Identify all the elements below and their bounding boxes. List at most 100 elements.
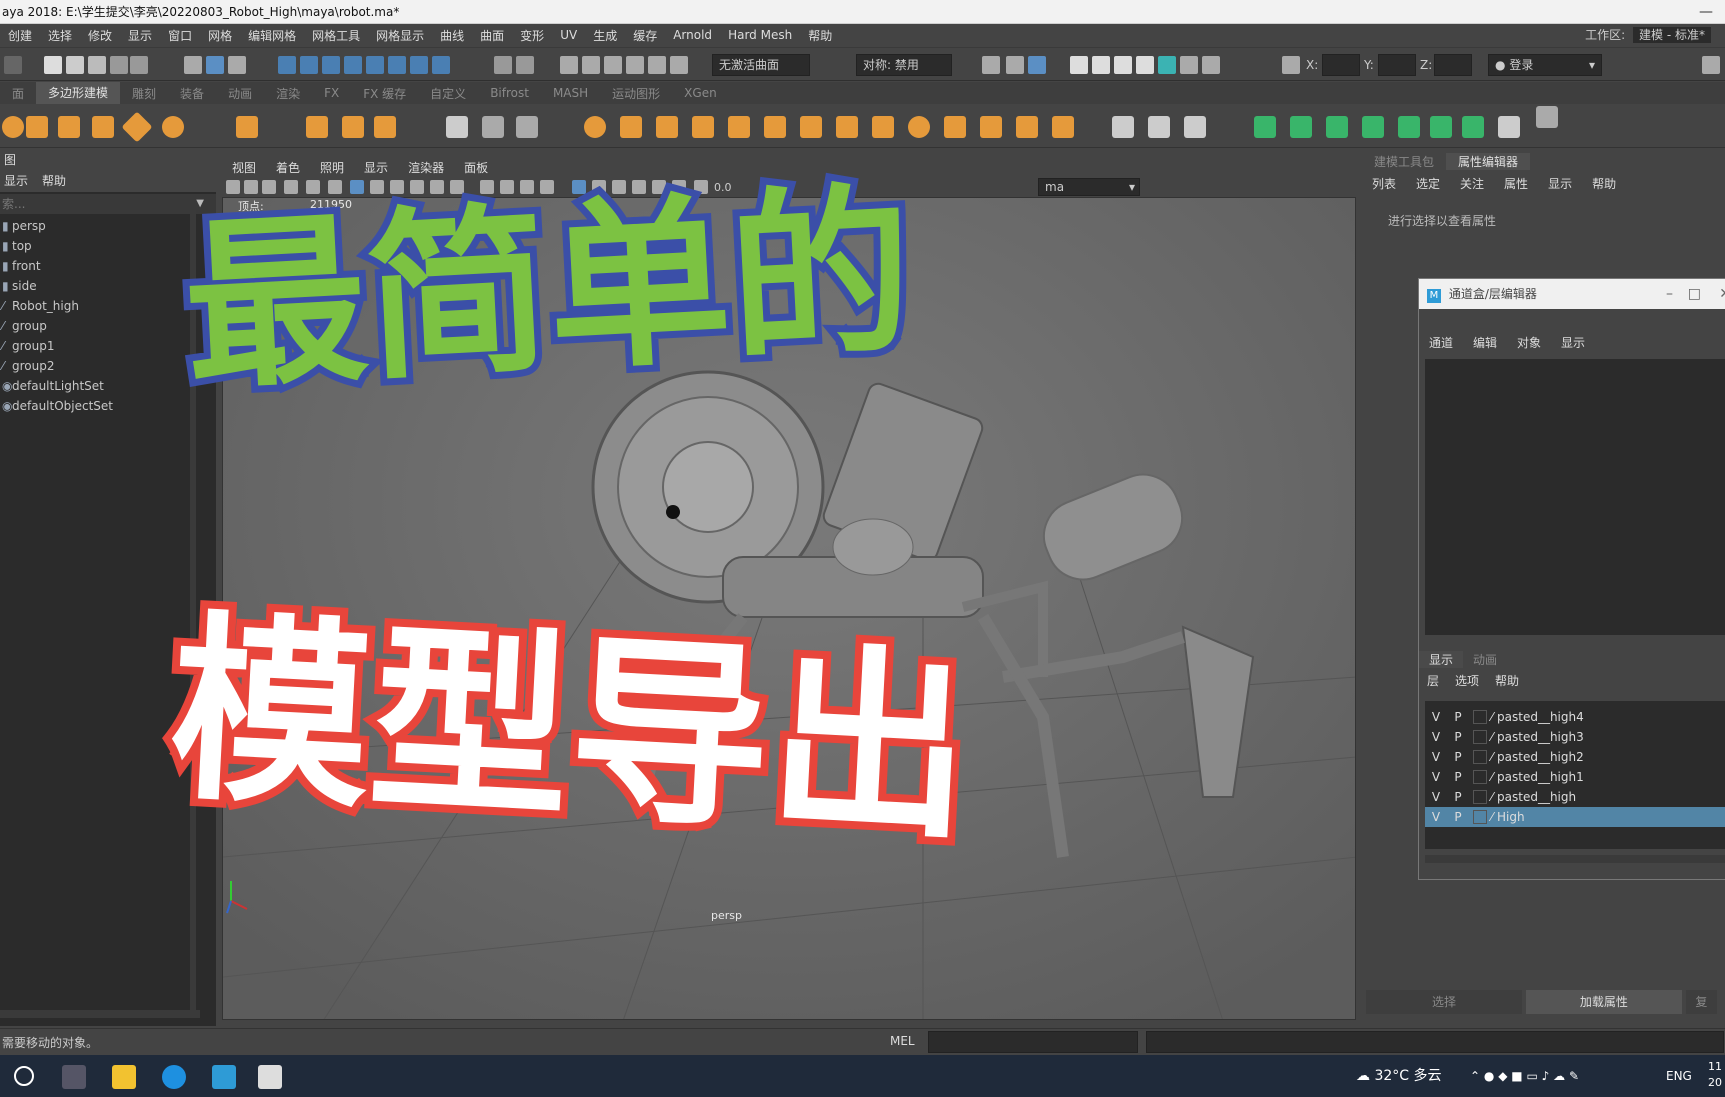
viewport-menu-renderer[interactable]: 渲染器 bbox=[398, 159, 454, 176]
login-button[interactable]: ● 登录 ▾ bbox=[1488, 54, 1602, 76]
poly-cone-icon[interactable] bbox=[92, 116, 114, 138]
menu-help[interactable]: 帮助 bbox=[800, 27, 840, 44]
grid-toggle-icon[interactable] bbox=[306, 180, 320, 194]
bridge-icon[interactable] bbox=[656, 116, 678, 138]
snap-curve-icon[interactable] bbox=[300, 56, 318, 74]
shelf-tab-surface[interactable]: 面 bbox=[0, 85, 36, 102]
construction-icon[interactable] bbox=[604, 56, 622, 74]
poly-plane-icon[interactable] bbox=[121, 111, 153, 143]
layer-horizontal-scrollbar[interactable] bbox=[1425, 855, 1725, 863]
menu-hard-mesh[interactable]: Hard Mesh bbox=[720, 28, 800, 42]
viewport-menu-show[interactable]: 显示 bbox=[354, 159, 398, 176]
outliner-item-default-light-set[interactable]: ◉defaultLightSet bbox=[0, 376, 216, 396]
boolean-icon[interactable] bbox=[692, 116, 714, 138]
uv-auto-icon[interactable] bbox=[1362, 116, 1384, 138]
outliner-menu-display[interactable]: 显示 bbox=[0, 170, 38, 192]
shelf-tab-fx-cache[interactable]: FX 缓存 bbox=[351, 85, 418, 102]
render-view-icon[interactable] bbox=[1092, 56, 1110, 74]
layer-color-swatch[interactable] bbox=[1473, 730, 1487, 744]
shelf-tab-custom[interactable]: 自定义 bbox=[418, 85, 478, 102]
shelf-tab-rigging[interactable]: 装备 bbox=[168, 85, 216, 102]
transform-mode-icon[interactable] bbox=[1282, 56, 1300, 74]
film-gate-icon[interactable] bbox=[328, 180, 342, 194]
magnet-curve-icon[interactable] bbox=[648, 56, 666, 74]
pen-icon[interactable]: ✎ bbox=[1569, 1069, 1579, 1083]
outliner-item-group[interactable]: ⁄ group bbox=[0, 316, 216, 336]
y-field[interactable] bbox=[1378, 54, 1416, 76]
visibility-toggle[interactable]: V bbox=[1425, 727, 1447, 747]
viewport-menu-panels[interactable]: 面板 bbox=[454, 159, 498, 176]
uv-layout-icon[interactable] bbox=[1430, 116, 1452, 138]
x-field[interactable] bbox=[1322, 54, 1360, 76]
snap-extra-icon[interactable] bbox=[410, 56, 428, 74]
layer-row[interactable]: V P ⁄ pasted__high3 bbox=[1425, 727, 1725, 747]
playback-toggle[interactable]: P bbox=[1447, 767, 1469, 787]
channel-box-title-bar[interactable]: M 通道盒/层编辑器 – □ ✕ bbox=[1419, 279, 1725, 309]
save-scene-icon[interactable] bbox=[88, 56, 106, 74]
super-shape-icon[interactable] bbox=[306, 116, 328, 138]
open-scene-icon[interactable] bbox=[66, 56, 84, 74]
visibility-toggle[interactable]: V bbox=[1425, 767, 1447, 787]
viewport-menu-view[interactable]: 视图 bbox=[222, 159, 266, 176]
app-icon[interactable] bbox=[258, 1065, 282, 1089]
ipr-render-icon[interactable] bbox=[1114, 56, 1132, 74]
python-icon[interactable] bbox=[1536, 106, 1558, 128]
shelf-tab-bifrost[interactable]: Bifrost bbox=[478, 86, 541, 100]
task-view-icon[interactable] bbox=[62, 1065, 86, 1089]
snap-point-icon[interactable] bbox=[322, 56, 340, 74]
browser-icon[interactable] bbox=[162, 1065, 186, 1089]
layer-menu-options[interactable]: 选项 bbox=[1447, 672, 1487, 689]
minimize-icon[interactable]: – bbox=[1666, 279, 1673, 309]
tab-attribute-editor[interactable]: 属性编辑器 bbox=[1446, 152, 1531, 170]
arnold-render-icon[interactable] bbox=[1180, 56, 1198, 74]
offset-loop-icon[interactable] bbox=[980, 116, 1002, 138]
multi-cut-icon[interactable] bbox=[908, 116, 930, 138]
camera-lock-icon[interactable] bbox=[244, 180, 258, 194]
combine-icon[interactable] bbox=[446, 116, 468, 138]
poly-cube-icon[interactable] bbox=[26, 116, 48, 138]
select-button[interactable]: 选择 bbox=[1366, 990, 1522, 1014]
menu-modify[interactable]: 修改 bbox=[80, 27, 120, 44]
image-plane-icon[interactable] bbox=[284, 180, 298, 194]
menu-mesh-display[interactable]: 网格显示 bbox=[368, 27, 432, 44]
history-icon[interactable] bbox=[516, 56, 534, 74]
maya-app-icon[interactable] bbox=[212, 1065, 236, 1089]
layer-row[interactable]: V P ⁄ pasted__high4 bbox=[1425, 707, 1725, 727]
select-component-icon[interactable] bbox=[228, 56, 246, 74]
poly-torus-icon[interactable] bbox=[162, 116, 184, 138]
menu-deform[interactable]: 变形 bbox=[512, 27, 552, 44]
maximize-icon[interactable]: □ bbox=[1688, 279, 1701, 309]
playback-toggle[interactable]: P bbox=[1447, 727, 1469, 747]
append-icon[interactable] bbox=[764, 116, 786, 138]
menu-surfaces[interactable]: 曲面 bbox=[472, 27, 512, 44]
load-attributes-button[interactable]: 加载属性 bbox=[1525, 990, 1682, 1014]
workspace-selector[interactable]: 工作区: 建模 - 标准* bbox=[1585, 24, 1711, 46]
volume-icon[interactable]: ♪ bbox=[1542, 1069, 1550, 1083]
layer-menu-help[interactable]: 帮助 bbox=[1487, 672, 1527, 689]
ae-menu-list[interactable]: 列表 bbox=[1362, 175, 1406, 192]
slide-edge-icon[interactable] bbox=[1016, 116, 1038, 138]
shelf-tab-mash[interactable]: MASH bbox=[541, 86, 600, 100]
viewport-menu-lighting[interactable]: 照明 bbox=[310, 159, 354, 176]
toolbox-icon[interactable] bbox=[1702, 56, 1720, 74]
snap-surface-icon[interactable] bbox=[366, 56, 384, 74]
layer-row[interactable]: V P ⁄ pasted__high1 bbox=[1425, 767, 1725, 787]
target-weld-icon[interactable] bbox=[872, 116, 894, 138]
menu-windows[interactable]: 窗口 bbox=[160, 27, 200, 44]
render-settings-icon[interactable] bbox=[1136, 56, 1154, 74]
color-management-field[interactable]: ma ▾ bbox=[1038, 178, 1140, 196]
viewport-menu-shading[interactable]: 着色 bbox=[266, 159, 310, 176]
command-line-input[interactable] bbox=[928, 1031, 1138, 1053]
layer-color-swatch[interactable] bbox=[1473, 710, 1487, 724]
symmetry-field[interactable]: 对称: 禁用 bbox=[856, 54, 952, 76]
uv-planar-icon[interactable] bbox=[1254, 116, 1276, 138]
z-field[interactable] bbox=[1434, 54, 1472, 76]
input-language[interactable]: ENG bbox=[1666, 1055, 1692, 1097]
workspace-value[interactable]: 建模 - 标准* bbox=[1633, 27, 1711, 43]
mirror-icon[interactable] bbox=[728, 116, 750, 138]
poly-text-icon[interactable] bbox=[342, 116, 364, 138]
output-ops-icon[interactable] bbox=[582, 56, 600, 74]
uv-cut-icon[interactable] bbox=[1462, 116, 1484, 138]
menu-uv[interactable]: UV bbox=[552, 28, 585, 42]
poly-platonic-icon[interactable] bbox=[236, 116, 258, 138]
